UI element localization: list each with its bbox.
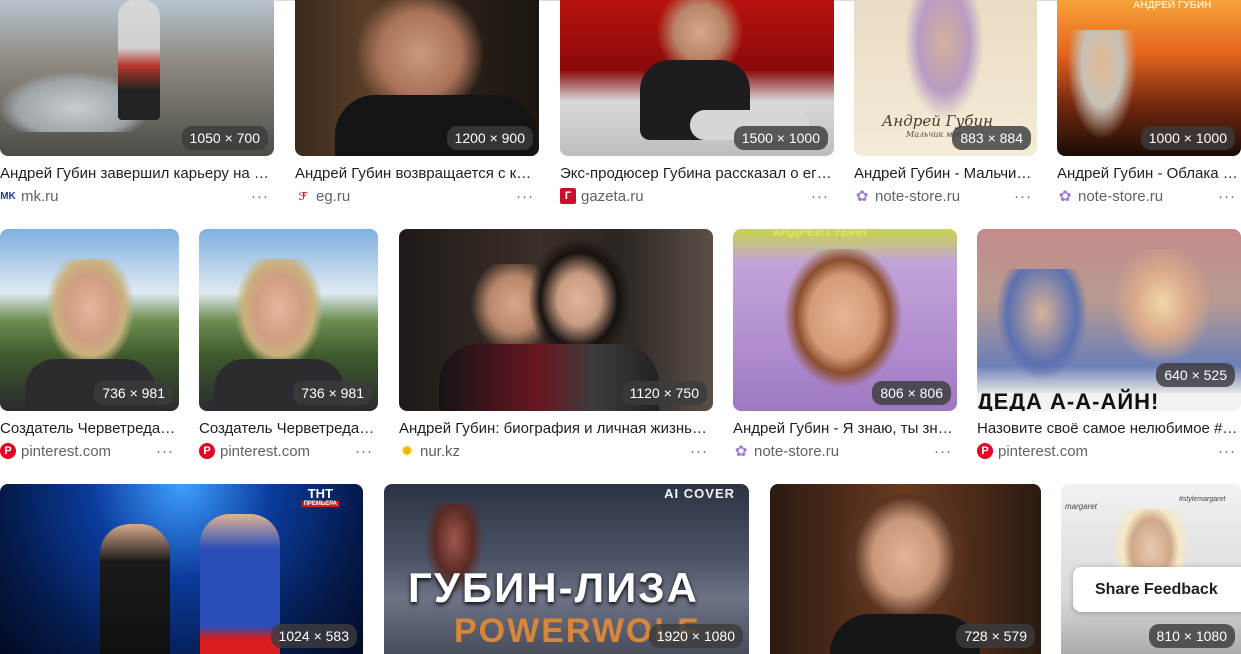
image-title[interactable]: Андрей Губин возвращается с к… — [295, 165, 535, 183]
image-thumbnail[interactable]: 736 × 981 — [199, 229, 378, 411]
image-dimensions: 1024 × 583 — [270, 624, 357, 648]
watermark-text: #stylemargaret — [1179, 496, 1226, 503]
album-artist-text: АНДРЕЙ ГУБИН — [1133, 0, 1212, 11]
more-options-icon[interactable]: ··· — [1013, 187, 1033, 205]
more-options-icon[interactable]: ··· — [810, 187, 830, 205]
image-source[interactable]: ✿ note-store.ru — [854, 187, 960, 206]
image-thumbnail[interactable]: Андрей Губин Мальчик мой 883 × 884 — [854, 0, 1037, 156]
image-thumbnail[interactable]: 1120 × 750 — [399, 229, 713, 411]
eg-favicon: ℱ — [298, 190, 308, 203]
image-dimensions: 1050 × 700 — [181, 126, 268, 150]
image-thumbnail[interactable]: 1500 × 1000 — [560, 0, 834, 156]
image-title[interactable]: Назовите своё самое нелюбимое #… — [977, 420, 1239, 438]
image-source[interactable]: ✹ nur.kz — [399, 442, 460, 461]
note-store-favicon: ✿ — [855, 188, 869, 205]
image-source[interactable]: P pinterest.com — [199, 442, 310, 460]
image-dimensions: 1120 × 750 — [621, 381, 707, 405]
image-result-card[interactable]: 1200 × 900 Андрей Губин возвращается с к… — [295, 0, 539, 210]
more-options-icon[interactable]: ··· — [689, 442, 709, 460]
image-thumbnail[interactable]: АНДРЕЙ ГУБИН 806 × 806 — [733, 229, 957, 411]
nur-favicon: ✹ — [400, 443, 414, 460]
image-source[interactable]: MK mk.ru — [0, 187, 58, 205]
image-dimensions: 1000 × 1000 — [1140, 126, 1235, 150]
image-thumbnail[interactable]: ДЕДА А-А-АЙН! 640 × 525 — [977, 229, 1241, 411]
image-result-card[interactable]: 1050 × 700 Андрей Губин завершил карьеру… — [0, 0, 274, 210]
image-dimensions: 1500 × 1000 — [733, 126, 828, 150]
image-title[interactable]: Создатель Черветреда… — [199, 420, 378, 438]
image-title[interactable]: Андрей Губин - Я знаю, ты зн… — [733, 420, 957, 438]
watermark-text: margaret — [1065, 502, 1098, 511]
image-dimensions: 736 × 981 — [293, 381, 372, 405]
image-dimensions: 810 × 1080 — [1148, 624, 1235, 648]
image-dimensions: 806 × 806 — [872, 381, 951, 405]
image-result-card[interactable]: Андрей Губин Мальчик мой 883 × 884 Андре… — [854, 0, 1037, 210]
image-result-card[interactable]: АНДРЕЙ ГУБИН 1000 × 1000 Андрей Губин - … — [1057, 0, 1241, 210]
image-result-card[interactable]: AI COVER ГУБИН-ЛИЗА POWERWOLF 1920 × 108… — [384, 484, 749, 654]
more-options-icon[interactable]: ··· — [1217, 187, 1237, 205]
image-dimensions: 883 × 884 — [952, 126, 1031, 150]
image-thumbnail[interactable]: 736 × 981 — [0, 229, 179, 411]
image-dimensions: 640 × 525 — [1156, 363, 1235, 387]
image-thumbnail[interactable]: 1200 × 900 — [295, 0, 539, 156]
image-dimensions: 1920 × 1080 — [648, 624, 743, 648]
image-result-card[interactable]: 736 × 981 Создатель Черветреда… P pinter… — [0, 229, 179, 467]
image-source[interactable]: Г gazeta.ru — [560, 187, 644, 205]
album-artist-text: АНДРЕЙ ГУБИН — [773, 229, 868, 239]
image-result-card[interactable]: 736 × 981 Создатель Черветреда… P pinter… — [199, 229, 378, 467]
image-title[interactable]: Андрей Губин: биография и личная жизнь… — [399, 420, 713, 438]
more-options-icon[interactable]: ··· — [354, 442, 374, 460]
video-title-text: ГУБИН-ЛИЗА — [408, 564, 699, 611]
pinterest-favicon: P — [977, 443, 993, 459]
image-source[interactable]: ℱ eg.ru — [295, 187, 351, 205]
image-dimensions: 728 × 579 — [956, 624, 1035, 648]
image-result-card[interactable]: 728 × 579 — [770, 484, 1041, 654]
image-thumbnail[interactable]: ТНТ ПРЕМЬЕРА 1024 × 583 — [0, 484, 363, 654]
image-result-card[interactable]: 1500 × 1000 Экс-продюсер Губина рассказа… — [560, 0, 834, 210]
image-dimensions: 736 × 981 — [94, 381, 173, 405]
image-thumbnail[interactable]: 1050 × 700 — [0, 0, 274, 156]
image-source[interactable]: ✿ note-store.ru — [733, 442, 839, 461]
image-title[interactable]: Создатель Черветреда… — [0, 420, 179, 438]
note-store-favicon: ✿ — [734, 443, 748, 460]
mk-favicon: MK — [0, 190, 16, 202]
image-title[interactable]: Андрей Губин - Мальчи… — [854, 165, 1037, 183]
image-title[interactable]: Андрей Губин - Облака … — [1057, 165, 1241, 183]
image-result-card[interactable]: 1120 × 750 Андрей Губин: биография и лич… — [399, 229, 713, 467]
gazeta-favicon: Г — [560, 188, 576, 204]
more-options-icon[interactable]: ··· — [250, 187, 270, 205]
image-thumbnail[interactable]: 728 × 579 — [770, 484, 1041, 654]
image-title[interactable]: Андрей Губин завершил карьеру на … — [0, 165, 272, 183]
pinterest-favicon: P — [0, 443, 16, 459]
more-options-icon[interactable]: ··· — [933, 442, 953, 460]
image-result-card[interactable]: АНДРЕЙ ГУБИН 806 × 806 Андрей Губин - Я … — [733, 229, 957, 467]
ai-cover-tag: AI COVER — [664, 486, 735, 501]
image-thumbnail[interactable]: АНДРЕЙ ГУБИН 1000 × 1000 — [1057, 0, 1241, 156]
more-options-icon[interactable]: ··· — [1217, 442, 1237, 460]
image-dimensions: 1200 × 900 — [446, 126, 533, 150]
image-source[interactable]: P pinterest.com — [0, 442, 111, 460]
channel-badge-sub: ПРЕМЬЕРА — [301, 501, 339, 507]
channel-badge: ТНТ — [307, 486, 333, 501]
pinterest-favicon: P — [199, 443, 215, 459]
image-thumbnail[interactable]: AI COVER ГУБИН-ЛИЗА POWERWOLF 1920 × 108… — [384, 484, 749, 654]
image-source[interactable]: ✿ note-store.ru — [1057, 187, 1163, 206]
image-result-card[interactable]: ДЕДА А-А-АЙН! 640 × 525 Назовите своё са… — [977, 229, 1241, 467]
image-source[interactable]: P pinterest.com — [977, 442, 1088, 460]
image-title[interactable]: Экс-продюсер Губина рассказал о ег… — [560, 165, 834, 183]
image-result-card[interactable]: ТНТ ПРЕМЬЕРА 1024 × 583 — [0, 484, 363, 654]
note-store-favicon: ✿ — [1058, 188, 1072, 205]
caption-text: ДЕДА А-А-АЙН! — [977, 389, 1160, 411]
more-options-icon[interactable]: ··· — [155, 442, 175, 460]
more-options-icon[interactable]: ··· — [515, 187, 535, 205]
share-feedback-button[interactable]: Share Feedback — [1073, 567, 1241, 612]
